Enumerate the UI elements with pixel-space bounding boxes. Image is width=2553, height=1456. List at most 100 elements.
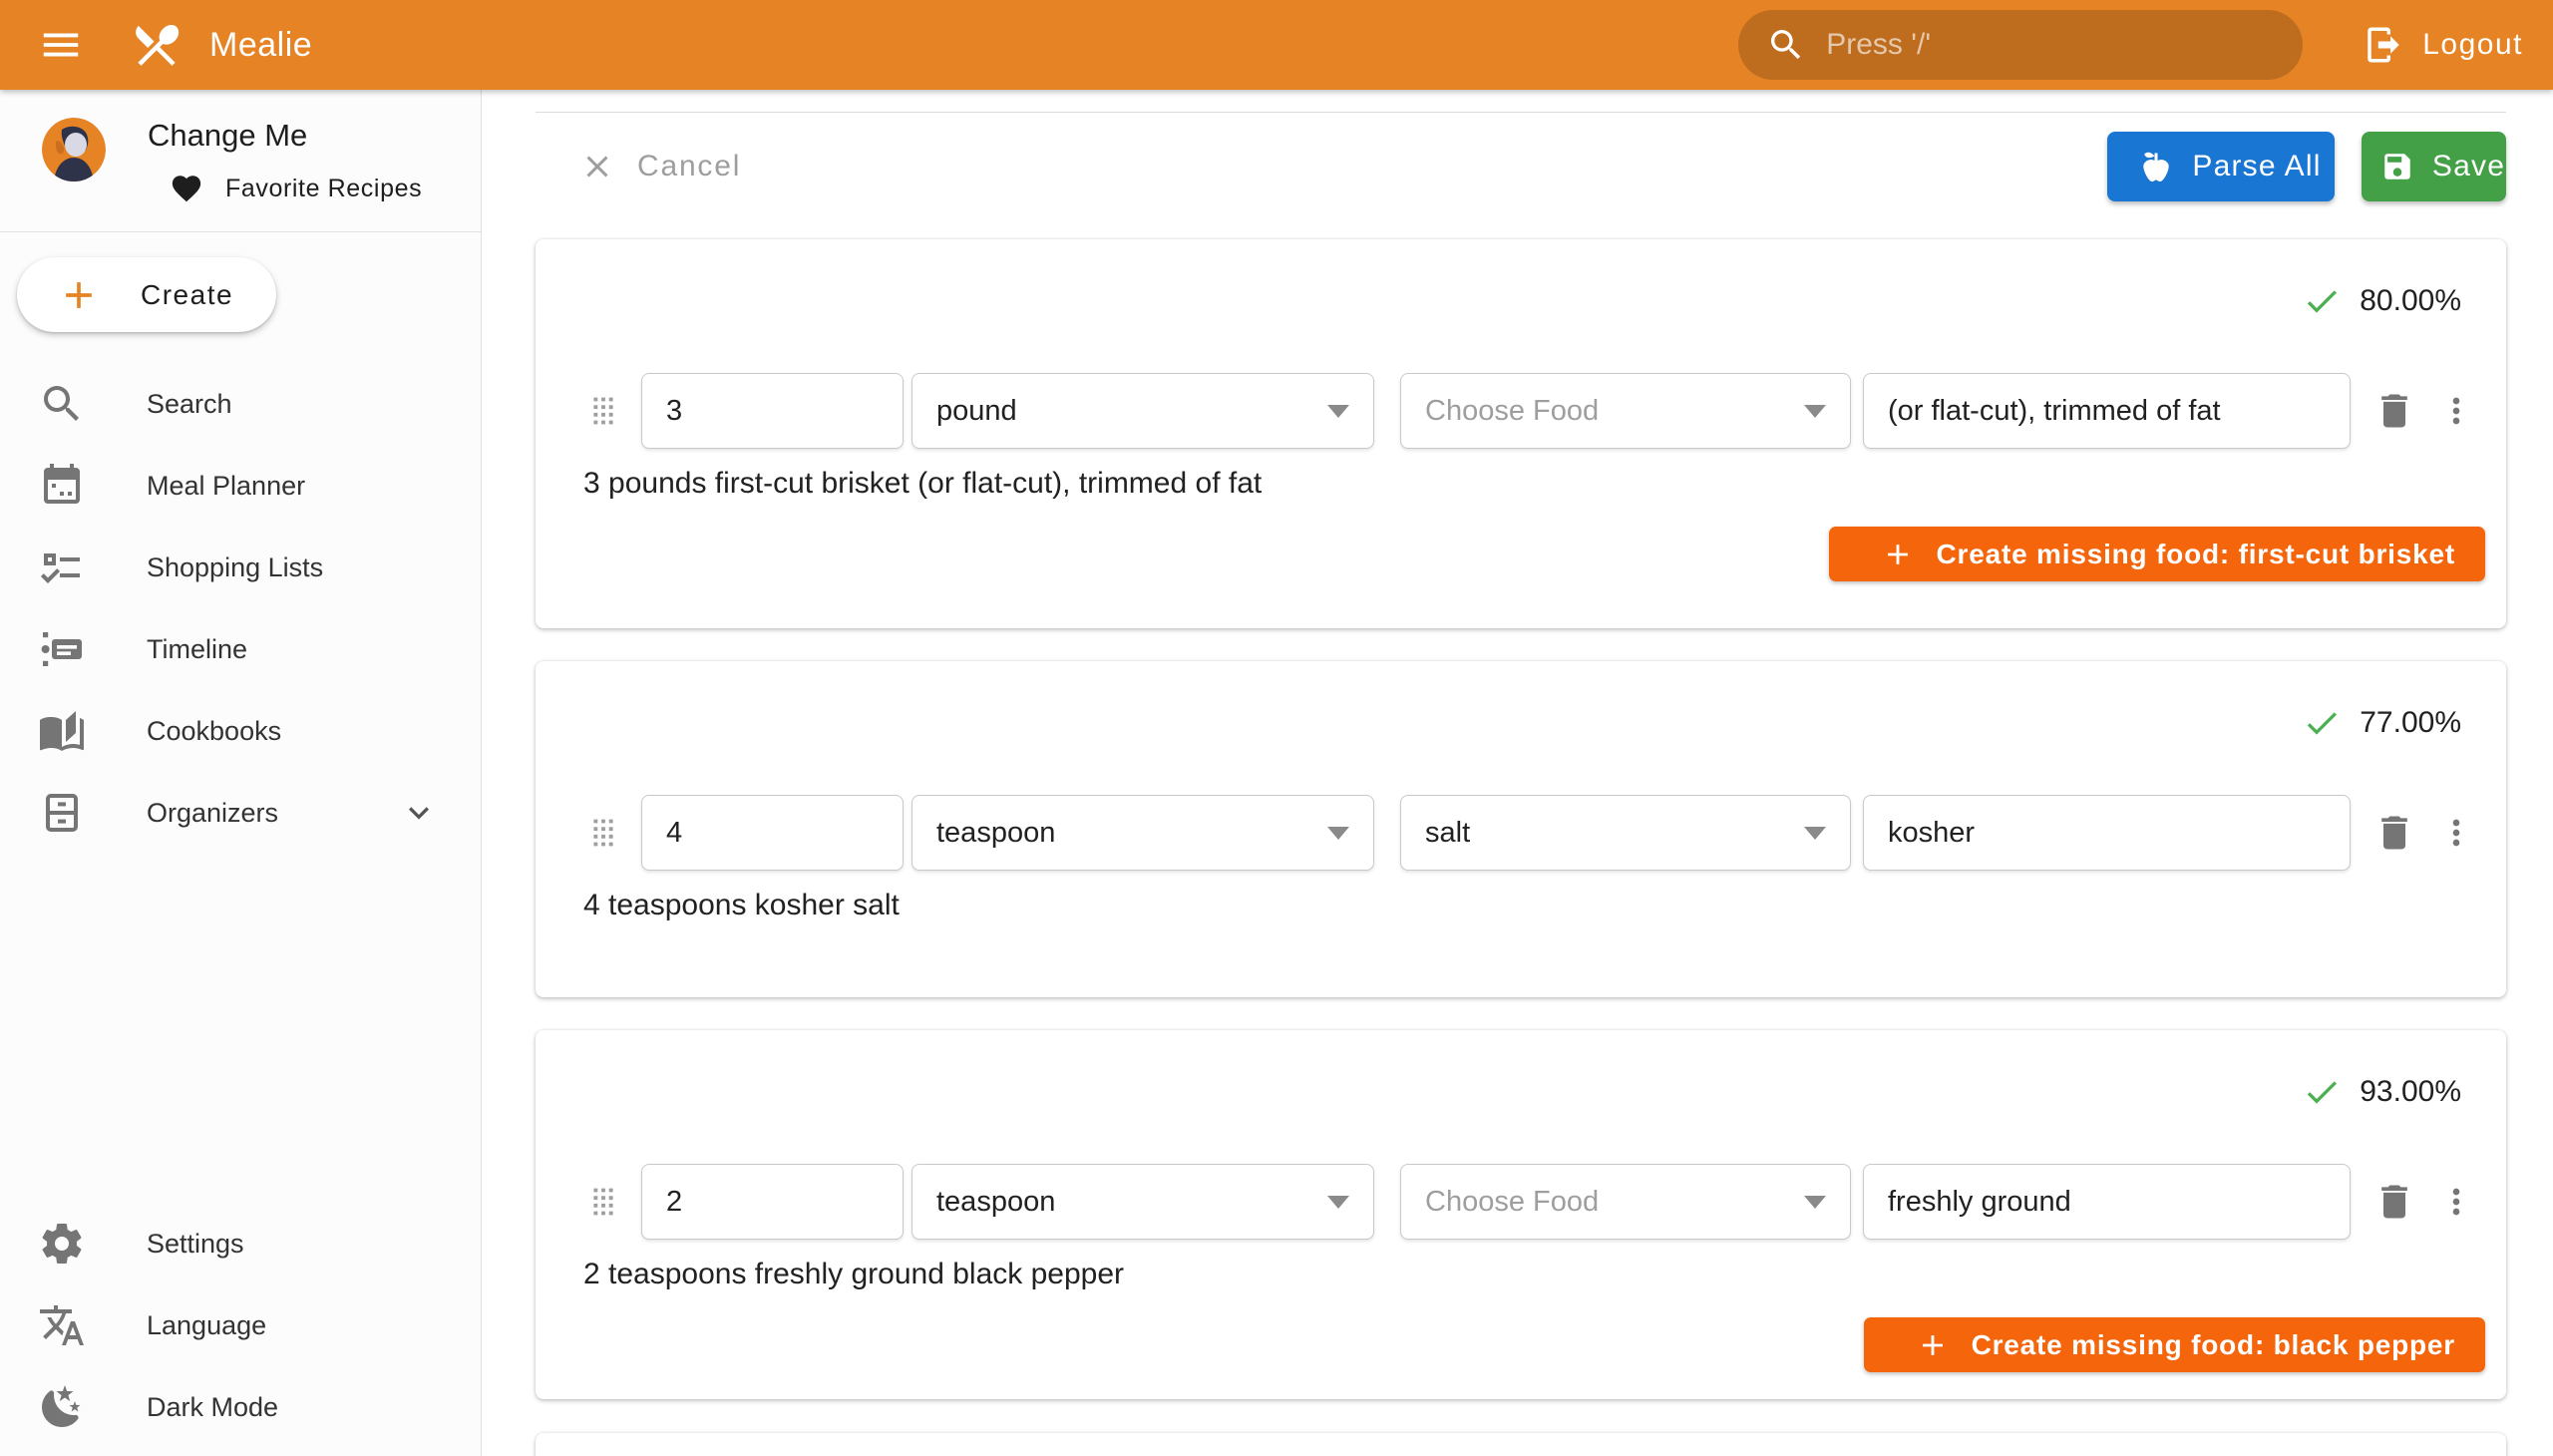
create-missing-food-button[interactable]: Create missing food: first-cut brisket [1829,527,2485,581]
note-field[interactable] [1863,373,2351,449]
close-icon [579,149,615,184]
unit-value: teaspoon [936,1186,1055,1219]
unit-value: pound [936,395,1017,428]
sidebar-item-meal-planner[interactable]: Meal Planner [0,445,481,527]
sidebar-item-timeline[interactable]: Timeline [0,608,481,690]
sidebar-item-label: Meal Planner [147,471,305,502]
sidebar-item-label: Organizers [147,798,278,829]
sidebar-item-label: Dark Mode [147,1392,278,1423]
dropdown-arrow-icon [1804,827,1826,840]
check-icon [2302,281,2342,321]
sidebar-item-label: Search [147,389,232,420]
dropdown-arrow-icon [1804,1196,1826,1209]
note-input[interactable] [1888,1186,2326,1219]
sidebar-item-label: Cookbooks [147,716,281,747]
favorite-recipes-label: Favorite Recipes [225,175,422,203]
cancel-button[interactable]: Cancel [544,134,755,199]
sidebar-item-dark-mode[interactable]: Dark Mode [0,1366,481,1448]
ingredient-card [536,1433,2506,1456]
food-value: salt [1425,817,1470,850]
create-button[interactable]: Create [17,257,276,332]
search-bar[interactable] [1738,10,2303,80]
mealie-logo-icon[interactable] [130,18,183,72]
parse-all-label: Parse All [2192,150,2321,183]
more-options-icon[interactable] [2436,1182,2476,1222]
create-missing-food-button[interactable]: Create missing food: black pepper [1864,1317,2485,1372]
ingredient-card: 93.00% teaspoon Choose Food [536,1030,2506,1399]
parse-all-button[interactable]: Parse All [2107,132,2335,201]
create-missing-food-label: Create missing food: black pepper [1972,1329,2455,1361]
sidebar-item-label: Settings [147,1229,244,1260]
file-cabinet-icon [38,789,86,837]
sidebar-item-label: Shopping Lists [147,552,323,583]
food-select[interactable]: salt [1400,795,1851,871]
save-button[interactable]: Save [2362,132,2506,201]
create-missing-food-label: Create missing food: first-cut brisket [1937,539,2455,570]
sidebar-item-search[interactable]: Search [0,363,481,445]
logout-icon [2363,24,2404,66]
confidence-indicator: 77.00% [2284,703,2461,743]
delete-icon[interactable] [2372,1180,2416,1224]
food-placeholder: Choose Food [1425,1186,1599,1219]
confidence-value: 80.00% [2360,284,2461,318]
sidebar-item-settings[interactable]: Settings [0,1203,481,1284]
drag-handle-icon[interactable] [580,810,626,856]
save-icon [2380,150,2414,183]
ingredient-card: 77.00% teaspoon salt [536,661,2506,997]
drag-handle-icon[interactable] [580,388,626,434]
more-options-icon[interactable] [2436,813,2476,853]
note-input[interactable] [1888,817,2326,850]
calendar-icon [38,462,86,510]
dropdown-arrow-icon [1804,405,1826,418]
original-ingredient-text: 3 pounds first-cut brisket (or flat-cut)… [583,467,1262,501]
quantity-input[interactable] [666,817,879,850]
avatar[interactable] [42,118,106,182]
unit-select[interactable]: teaspoon [912,795,1374,871]
menu-icon[interactable] [34,18,88,72]
sidebar: Change Me Favorite Recipes Create [0,90,482,1456]
food-select[interactable]: Choose Food [1400,1164,1851,1240]
gear-icon [38,1220,86,1268]
favorite-recipes-link[interactable]: Favorite Recipes [148,172,422,205]
sidebar-item-cookbooks[interactable]: Cookbooks [0,690,481,772]
plus-icon [57,273,101,317]
drag-handle-icon[interactable] [580,1179,626,1225]
search-input[interactable] [1826,28,2255,62]
logout-label: Logout [2422,28,2523,62]
save-label: Save [2432,150,2505,183]
unit-select[interactable]: teaspoon [912,1164,1374,1240]
plus-icon [1916,1328,1950,1362]
create-label: Create [141,279,233,311]
apple-icon [2138,149,2174,184]
sidebar-item-shopping-lists[interactable]: Shopping Lists [0,527,481,608]
sidebar-item-label: Timeline [147,634,247,665]
delete-icon[interactable] [2372,811,2416,855]
quantity-field[interactable] [641,1164,904,1240]
quantity-input[interactable] [666,1186,879,1219]
timeline-icon [38,625,86,673]
delete-icon[interactable] [2372,389,2416,433]
ingredient-parser-main: Cancel Parse All Save 80.00% [482,90,2553,1456]
user-profile[interactable]: Change Me Favorite Recipes [0,90,481,205]
confidence-indicator: 80.00% [2284,281,2461,321]
quantity-field[interactable] [641,373,904,449]
search-icon [1766,25,1806,65]
quantity-input[interactable] [666,395,879,428]
sidebar-item-organizers[interactable]: Organizers [0,772,481,854]
user-name: Change Me [148,118,422,154]
food-select[interactable]: Choose Food [1400,373,1851,449]
sidebar-item-language[interactable]: Language [0,1284,481,1366]
note-field[interactable] [1863,795,2351,871]
note-field[interactable] [1863,1164,2351,1240]
note-input[interactable] [1888,395,2326,428]
chevron-down-icon[interactable] [399,793,439,833]
quantity-field[interactable] [641,795,904,871]
moon-stars-icon [38,1383,86,1431]
unit-select[interactable]: pound [912,373,1374,449]
app-title: Mealie [209,26,312,65]
logout-button[interactable]: Logout [2345,24,2523,66]
ingredient-card: 80.00% pound Choose Food [536,239,2506,628]
more-options-icon[interactable] [2436,391,2476,431]
check-icon [2302,1072,2342,1112]
original-ingredient-text: 4 teaspoons kosher salt [583,889,900,922]
